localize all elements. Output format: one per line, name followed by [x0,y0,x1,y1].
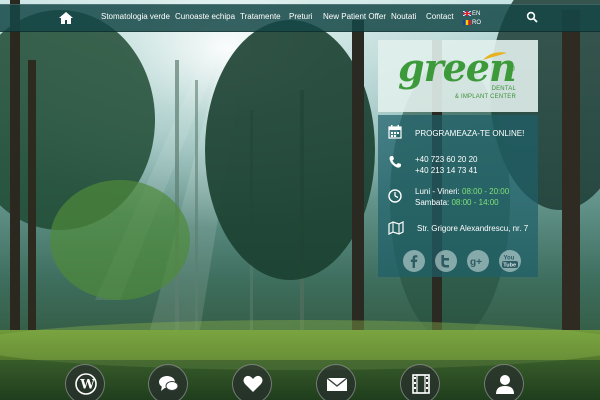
wordpress-icon[interactable]: W [65,364,105,400]
phone-row: +40 723 60 20 20 +40 213 14 73 41 [378,153,538,177]
twitter-icon[interactable] [435,250,457,272]
facebook-icon[interactable] [403,250,425,272]
nav-item-noutati[interactable]: Noutati [391,12,416,21]
nav-item-stomatologia-verde[interactable]: Stomatologia verde [101,12,170,21]
romania-flag-icon [463,20,471,25]
chat-icon[interactable] [148,364,188,400]
weekday-hours-value: 08:00 - 20:00 [462,187,510,196]
saturday-hours: Sambata: 08:00 - 14:00 [415,197,499,208]
search-icon[interactable] [526,11,538,23]
svg-text:W: W [79,378,95,393]
uk-flag-icon [463,11,471,16]
logo-tagline-implant-center: & IMPLANT CENTER [454,94,516,100]
nav-item-cunoaste-echipa[interactable]: Cunoaste echipa [175,12,235,21]
svg-text:Tube: Tube [503,263,516,269]
language-en-label: EN [472,11,481,18]
nav-item-new-patient-offer[interactable]: New Patient Offer [323,12,386,21]
weekday-hours-label: Luni - Vineri: [415,187,460,196]
youtube-icon[interactable]: You Tube [499,250,521,272]
nav-item-tratamente[interactable]: Tratamente [240,12,281,21]
language-ro-label: RO [472,20,481,27]
language-en[interactable]: EN [463,11,480,17]
address-text[interactable]: Str. Grigore Alexandrescu, nr. 7 [417,223,528,234]
calendar-icon [388,125,402,139]
online-booking-link[interactable]: PROGRAMEAZA-TE ONLINE! [415,128,524,139]
opening-hours-row: Luni - Vineri: 08:00 - 20:00 Sambata: 08… [378,185,538,209]
nav-item-contact[interactable]: Contact [426,12,454,21]
clock-icon [388,189,402,203]
user-icon[interactable] [484,364,524,400]
address-row[interactable]: Str. Grigore Alexandrescu, nr. 7 [378,221,538,237]
weekday-hours: Luni - Vineri: 08:00 - 20:00 [415,186,509,197]
phone-icon [389,156,401,168]
contact-info-panel: PROGRAMEAZA-TE ONLINE! +40 723 60 20 20 … [378,115,538,277]
mail-icon[interactable] [316,364,356,400]
page: Stomatologia verde Cunoaste echipa Trata… [0,0,600,400]
home-icon[interactable] [58,11,74,25]
saturday-hours-value: 08:00 - 14:00 [451,198,499,207]
logo[interactable]: green ® DENTAL & IMPLANT CENTER [378,40,538,112]
logo-registered-mark: ® [510,66,516,73]
film-icon[interactable] [400,364,440,400]
language-ro[interactable]: RO [463,20,481,26]
heart-icon[interactable] [232,364,272,400]
map-icon [388,221,404,235]
leaf-icon [483,52,507,60]
svg-text:You: You [504,256,515,262]
phone-number-2[interactable]: +40 213 14 73 41 [415,165,478,176]
google-plus-icon[interactable]: g+ [467,250,489,272]
online-booking-row[interactable]: PROGRAMEAZA-TE ONLINE! [378,125,538,143]
svg-text:g+: g+ [470,257,482,268]
saturday-hours-label: Sambata: [415,198,450,207]
phone-number-1[interactable]: +40 723 60 20 20 [415,154,478,165]
nav-item-preturi[interactable]: Preturi [289,12,313,21]
logo-tagline-dental: DENTAL [491,86,516,92]
top-navigation-bar: Stomatologia verde Cunoaste echipa Trata… [0,4,600,32]
